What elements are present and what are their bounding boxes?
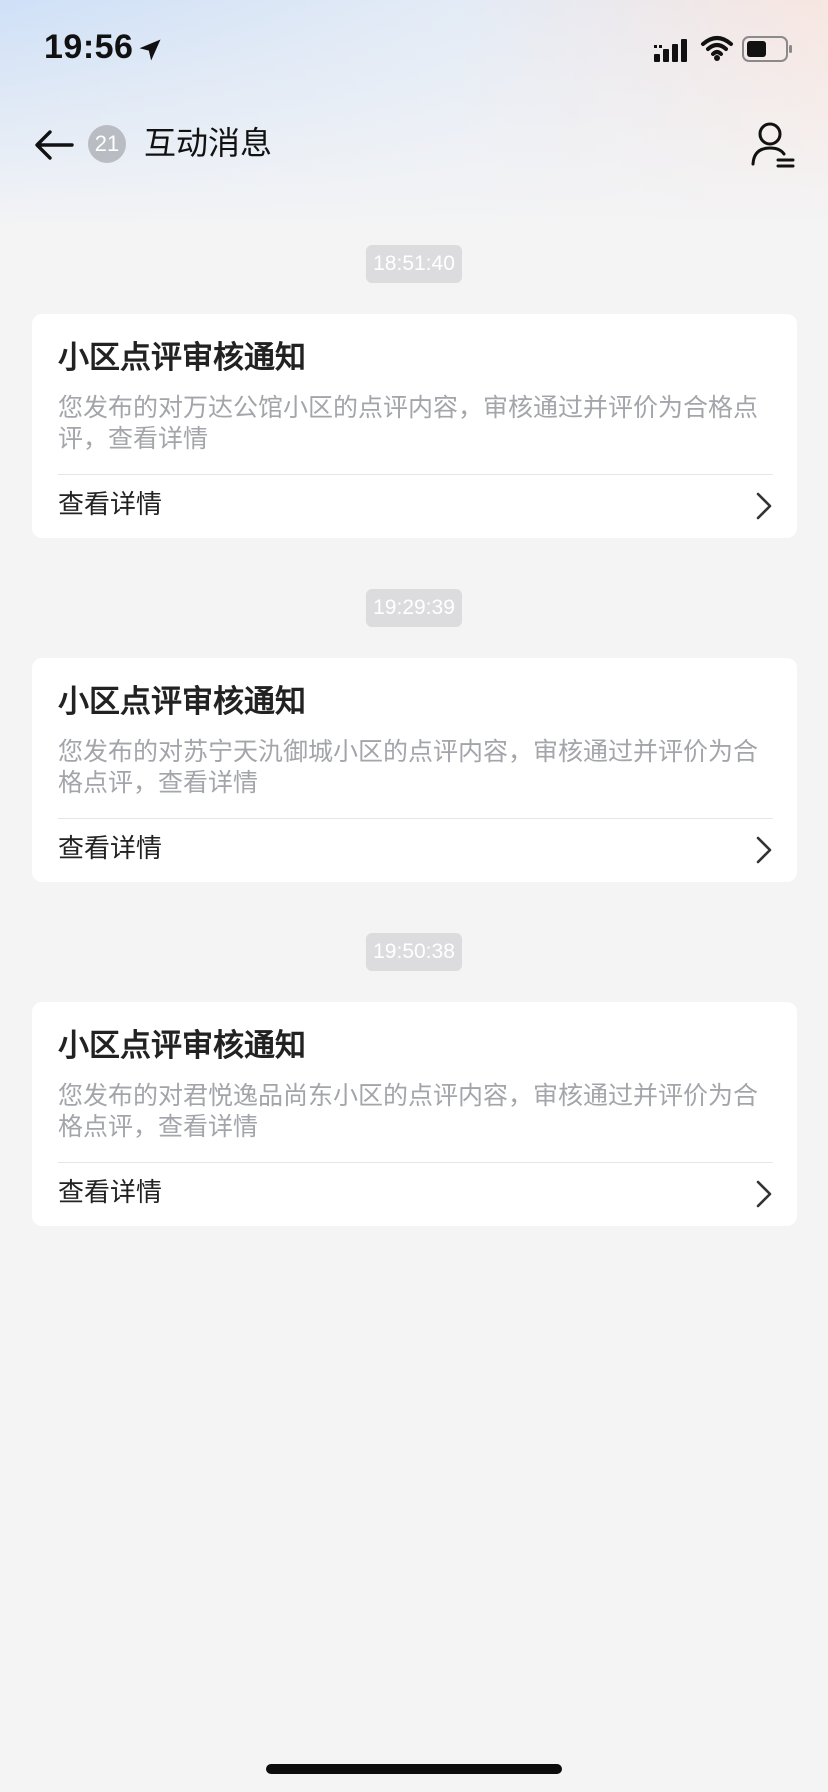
chevron-right-icon <box>756 836 772 864</box>
message-card: 小区点评审核通知 您发布的对君悦逸品尚东小区的点评内容，审核通过并评价为合格点评… <box>32 1002 797 1226</box>
timestamp-label: 19:50:38 <box>366 933 462 971</box>
message-timestamp: 19:29:39 <box>0 589 828 627</box>
message-title: 小区点评审核通知 <box>58 1028 306 1064</box>
arrow-left-icon <box>35 130 74 160</box>
timestamp-label: 19:29:39 <box>366 589 462 627</box>
view-details-label: 查看详情 <box>58 490 163 520</box>
chevron-right-icon <box>756 1180 772 1208</box>
view-details-link[interactable]: 查看详情 <box>32 1163 797 1226</box>
message-timestamp: 19:50:38 <box>0 933 828 971</box>
message-body: 您发布的对君悦逸品尚东小区的点评内容，审核通过并评价为合格点评，查看详情 <box>58 1081 759 1141</box>
message-card: 小区点评审核通知 您发布的对万达公馆小区的点评内容，审核通过并评价为合格点评，查… <box>32 314 797 538</box>
wifi-icon <box>701 36 733 61</box>
user-settings-icon <box>751 122 795 168</box>
view-details-label: 查看详情 <box>58 1178 163 1208</box>
profile-button[interactable] <box>750 120 796 170</box>
message-card: 小区点评审核通知 您发布的对苏宁天氿御城小区的点评内容，审核通过并评价为合格点评… <box>32 658 797 882</box>
view-details-link[interactable]: 查看详情 <box>32 475 797 538</box>
battery-icon <box>742 36 792 62</box>
status-bar: 19:56 <box>0 0 828 100</box>
message-timestamp: 18:51:40 <box>0 245 828 283</box>
back-button[interactable] <box>30 120 80 170</box>
navigation-bar: 21 互动消息 <box>0 100 828 190</box>
message-title: 小区点评审核通知 <box>58 340 306 376</box>
cellular-signal-icon <box>654 39 687 62</box>
timestamp-label: 18:51:40 <box>366 245 462 283</box>
view-details-link[interactable]: 查看详情 <box>32 819 797 882</box>
message-body: 您发布的对苏宁天氿御城小区的点评内容，审核通过并评价为合格点评，查看详情 <box>58 737 759 797</box>
message-body: 您发布的对万达公馆小区的点评内容，审核通过并评价为合格点评，查看详情 <box>58 393 759 453</box>
unread-count-badge: 21 <box>88 125 126 163</box>
page-title: 互动消息 <box>144 124 273 162</box>
view-details-label: 查看详情 <box>58 834 163 864</box>
location-arrow-icon <box>139 39 161 61</box>
home-indicator[interactable] <box>266 1764 562 1774</box>
status-time: 19:56 <box>44 28 134 66</box>
message-title: 小区点评审核通知 <box>58 684 306 720</box>
chevron-right-icon <box>756 492 772 520</box>
